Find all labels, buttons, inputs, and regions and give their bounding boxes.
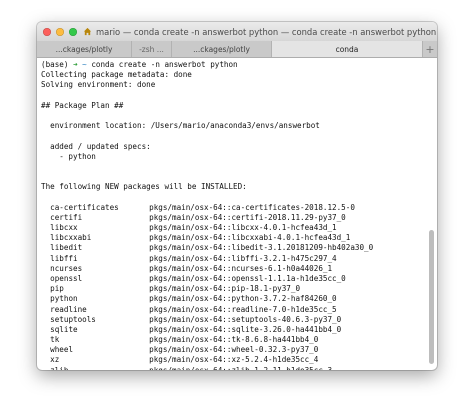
- package-spec: pkgs/main/osx-64::readline-7.0-h1de35cc_…: [149, 304, 337, 314]
- package-name: openssl: [50, 273, 83, 283]
- package-row: openssl pkgs/main/osx-64::openssl-1.1.1a-…: [41, 274, 429, 284]
- window-controls: [43, 27, 77, 36]
- prompt-env: (base): [41, 60, 74, 69]
- package-spec: pkgs/main/osx-64::xz-5.2.4-h1de35cc_4: [149, 355, 319, 365]
- package-row: sqlite pkgs/main/osx-64::sqlite-3.26.0-ha…: [41, 325, 429, 335]
- package-name: xz: [50, 355, 60, 365]
- package-row: wheel pkgs/main/osx-64::wheel-0.32.3-py37…: [41, 345, 429, 355]
- package-spec: pkgs/main/osx-64::ncurses-6.1-h0a44026_1: [149, 263, 333, 273]
- package-spec: pkgs/main/osx-64::wheel-0.32.3-py37_0: [149, 345, 319, 355]
- scrollbar[interactable]: [429, 58, 435, 370]
- output-line: added / updated specs:: [41, 141, 151, 151]
- package-spec: pkgs/main/osx-64::python-3.7.2-haf84260_…: [149, 294, 337, 304]
- plus-icon: +: [425, 42, 435, 56]
- package-row: libcxxabi pkgs/main/osx-64::libcxxabi-4.0…: [41, 233, 429, 243]
- package-spec: pkgs/main/osx-64::tk-8.6.8-ha441bb4_0: [149, 335, 319, 345]
- package-name: ncurses: [50, 263, 83, 273]
- window-title-area: mario — conda create -n answerbot python…: [83, 27, 437, 37]
- package-name: libcxxabi: [50, 233, 92, 243]
- prompt-line: (base) ➜ ~ conda create -n answerbot pyt…: [41, 60, 429, 70]
- prompt-arrow-icon: ➜: [73, 60, 78, 69]
- package-spec: pkgs/main/osx-64::setuptools-40.6.3-py37…: [149, 314, 342, 324]
- package-name: readline: [50, 304, 87, 314]
- terminal-window: mario — conda create -n answerbot python…: [37, 22, 437, 370]
- new-tab-button[interactable]: +: [423, 41, 437, 57]
- package-row: xz pkgs/main/osx-64::xz-5.2.4-h1de35cc_4: [41, 355, 429, 365]
- home-icon: [83, 27, 92, 36]
- package-name: libffi: [50, 253, 78, 263]
- package-row: ca-certificates pkgs/main/osx-64::ca-cert…: [41, 203, 429, 213]
- package-spec: pkgs/main/osx-64::sqlite-3.26.0-ha441bb4…: [149, 324, 342, 334]
- package-row: python pkgs/main/osx-64::python-3.7.2-haf…: [41, 294, 429, 304]
- package-spec: pkgs/main/osx-64::pip-18.1-py37_0: [149, 284, 301, 294]
- package-row: libffi pkgs/main/osx-64::libffi-3.2.1-h47…: [41, 254, 429, 264]
- package-row: zlibpkgs/main/osx-64::zlib-1.2.11-h1de35…: [41, 366, 429, 370]
- tab-zsh[interactable]: -zsh ...: [132, 41, 172, 57]
- package-row: ncurses pkgs/main/osx-64::ncurses-6.1-h0a…: [41, 264, 429, 274]
- terminal-output[interactable]: (base) ➜ ~ conda create -n answerbot pyt…: [37, 58, 429, 370]
- command-text: conda create -n answerbot python: [86, 60, 238, 69]
- package-spec: pkgs/main/osx-64::openssl-1.1.1a-h1de35c…: [149, 273, 346, 283]
- package-row: tk pkgs/main/osx-64::tk-8.6.8-ha441bb4_0: [41, 335, 429, 345]
- package-list: ca-certificates pkgs/main/osx-64::ca-cert…: [41, 203, 429, 370]
- package-spec: pkgs/main/osx-64::libedit-3.1.20181209-h…: [149, 243, 374, 253]
- output-line: - python: [41, 151, 96, 161]
- output-line: environment location: /Users/mario/anaco…: [41, 121, 320, 131]
- package-spec: pkgs/main/osx-64::libcxxabi-4.0.1-hcfea4…: [149, 233, 351, 243]
- package-spec: pkgs/main/osx-64::certifi-2018.11.29-py3…: [149, 212, 346, 222]
- package-name: tk: [50, 335, 60, 345]
- package-spec: pkgs/main/osx-64::libcxx-4.0.1-hcfea43d_…: [149, 223, 337, 232]
- package-spec: pkgs/main/osx-64::ca-certificates-2018.1…: [149, 202, 355, 212]
- package-row: libedit pkgs/main/osx-64::libedit-3.1.201…: [41, 243, 429, 253]
- package-spec: pkgs/main/osx-64::libffi-3.2.1-h475c297_…: [149, 253, 337, 263]
- package-row: pip pkgs/main/osx-64::pip-18.1-py37_0: [41, 284, 429, 294]
- output-line: ## Package Plan ##: [41, 100, 124, 110]
- tab-plotly-2[interactable]: ...ckages/plotly: [172, 41, 272, 57]
- package-row: certifi pkgs/main/osx-64::certifi-2018.11…: [41, 213, 429, 223]
- tab-bar: ...ckages/plotly -zsh ... ...ckages/plot…: [37, 41, 437, 58]
- package-spec: pkgs/main/osx-64::zlib-1.2.11-h1de35cc_3: [149, 366, 332, 370]
- output-line: Collecting package metadata: done: [41, 70, 192, 80]
- scrollbar-thumb[interactable]: [429, 230, 434, 364]
- package-row: readline pkgs/main/osx-64::readline-7.0-h…: [41, 305, 429, 315]
- tab-conda[interactable]: conda: [272, 41, 423, 57]
- title-bar[interactable]: mario — conda create -n answerbot python…: [37, 22, 437, 41]
- package-name: wheel: [50, 345, 74, 355]
- output-line: Solving environment: done: [41, 80, 156, 90]
- package-name: libcxx: [50, 223, 78, 232]
- package-row: libcxx pkgs/main/osx-64::libcxx-4.0.1-hcf…: [41, 223, 429, 233]
- zoom-button[interactable]: [69, 27, 77, 36]
- package-name: pip: [50, 284, 64, 294]
- package-row: setuptools pkgs/main/osx-64::setuptools-4…: [41, 315, 429, 325]
- output-line: The following NEW packages will be INSTA…: [41, 182, 247, 192]
- tab-plotly-1[interactable]: ...ckages/plotly: [37, 41, 132, 57]
- package-name: zlib: [50, 366, 149, 370]
- package-name: python: [50, 294, 78, 304]
- package-name: sqlite: [50, 324, 78, 334]
- package-name: ca-certificates: [50, 202, 119, 212]
- minimize-button[interactable]: [56, 27, 64, 36]
- package-name: setuptools: [50, 314, 96, 324]
- package-name: libedit: [50, 243, 83, 253]
- package-name: certifi: [50, 212, 83, 222]
- window-title: mario — conda create -n answerbot python…: [96, 26, 437, 37]
- close-button[interactable]: [43, 27, 51, 36]
